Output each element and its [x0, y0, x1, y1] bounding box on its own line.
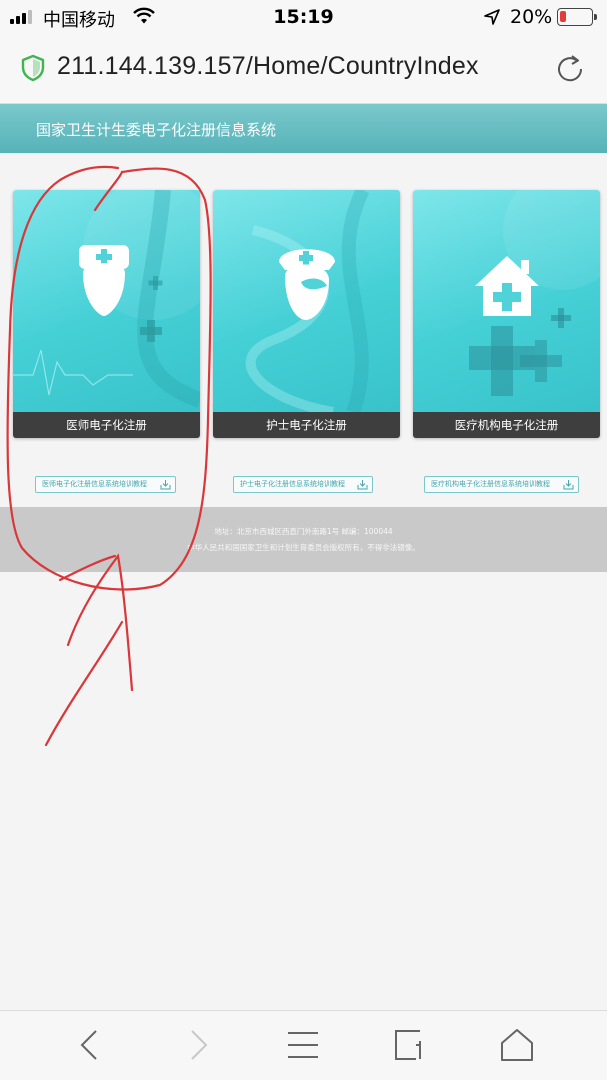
tabs-icon: [395, 1030, 421, 1060]
hospital-icon: [469, 190, 600, 396]
tutorial-label: 护士电子化注册信息系统培训教程: [240, 480, 345, 488]
doctor-registration-card[interactable]: 医师电子化注册: [13, 190, 200, 438]
footer-address: 地址：北京市西城区西直门外南路1号 邮编：100044: [214, 527, 393, 536]
site-header: 国家卫生计生委电子化注册信息系统: [0, 104, 607, 153]
home-button[interactable]: [497, 1025, 537, 1065]
url-text[interactable]: 211.144.139.157/Home/CountryIndex: [57, 52, 479, 81]
location-arrow-icon: [484, 9, 500, 25]
tutorial-label: 医疗机构电子化注册信息系统培训教程: [431, 480, 550, 488]
menu-icon: [288, 1032, 318, 1058]
doctor-icon: [13, 190, 200, 408]
tutorial-label: 医师电子化注册信息系统培训教程: [42, 480, 147, 488]
address-bar[interactable]: 211.144.139.157/Home/CountryIndex: [0, 34, 607, 104]
browser-toolbar: [0, 1010, 607, 1080]
battery-icon: [557, 8, 597, 26]
shield-icon: [21, 54, 45, 82]
footer-copyright: 中华人民共和国国家卫生和计划生育委员会版权所有，不得非法镜像。: [187, 543, 420, 552]
browser-page: 中国移动 15:19 20% 211.144.139.157/Home/Coun…: [0, 0, 607, 1080]
nurse-icon: [245, 190, 370, 412]
nurse-tutorial-link[interactable]: 护士电子化注册信息系统培训教程: [233, 476, 373, 493]
status-bar: 中国移动 15:19 20%: [0, 0, 607, 34]
download-icon: [160, 480, 171, 490]
download-icon: [357, 480, 368, 490]
hospital-tutorial-link[interactable]: 医疗机构电子化注册信息系统培训教程: [424, 476, 579, 493]
tabs-button[interactable]: [390, 1025, 430, 1065]
nurse-registration-card[interactable]: 护士电子化注册: [213, 190, 400, 438]
forward-button[interactable]: [178, 1025, 218, 1065]
back-icon: [80, 1030, 97, 1060]
battery-level: [560, 11, 566, 22]
card-label[interactable]: 医疗机构电子化注册: [413, 412, 600, 438]
card-label[interactable]: 护士电子化注册: [213, 412, 400, 438]
home-icon: [501, 1029, 533, 1061]
doctor-tutorial-link[interactable]: 医师电子化注册信息系统培训教程: [35, 476, 176, 493]
card-label[interactable]: 医师电子化注册: [13, 412, 200, 438]
download-icon: [563, 480, 574, 490]
site-footer: 地址：北京市西城区西直门外南路1号 邮编：100044 中华人民共和国国家卫生和…: [0, 507, 607, 572]
battery-percent: 20%: [510, 6, 553, 28]
reload-icon[interactable]: [554, 53, 588, 85]
site-title: 国家卫生计生委电子化注册信息系统: [36, 121, 277, 139]
forward-icon: [191, 1030, 208, 1060]
hospital-registration-card[interactable]: 医疗机构电子化注册: [413, 190, 600, 438]
menu-button[interactable]: [283, 1025, 323, 1065]
back-button[interactable]: [70, 1025, 110, 1065]
